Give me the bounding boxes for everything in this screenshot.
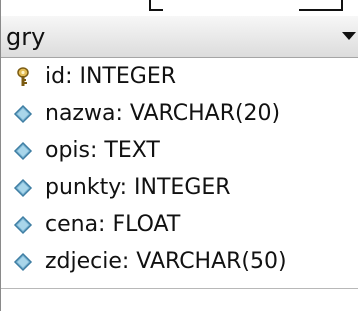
key-icon: [12, 66, 34, 88]
cropped-top-edge: [1, 0, 358, 16]
field-diamond-icon: [12, 177, 34, 199]
entity-header[interactable]: gry: [1, 16, 358, 58]
field-label: nazwa: VARCHAR(20): [45, 100, 281, 126]
field-diamond-icon: [12, 103, 34, 125]
field-row[interactable]: nazwa: VARCHAR(20): [1, 95, 358, 132]
field-label: punkty: INTEGER: [45, 174, 231, 200]
bottom-divider: [1, 288, 358, 289]
field-label: id: INTEGER: [45, 63, 177, 89]
field-row[interactable]: id: INTEGER: [1, 58, 358, 95]
chevron-down-icon[interactable]: [339, 26, 358, 46]
entity-box: gry id: INTEGER nazwa: VARCHAR(20) opis:…: [0, 0, 358, 311]
field-diamond-icon: [12, 140, 34, 162]
field-row[interactable]: punkty: INTEGER: [1, 169, 358, 206]
field-row[interactable]: opis: TEXT: [1, 132, 358, 169]
field-list: id: INTEGER nazwa: VARCHAR(20) opis: TEX…: [1, 58, 358, 280]
cropped-corner-right: [299, 0, 343, 11]
field-row[interactable]: cena: FLOAT: [1, 206, 358, 243]
field-diamond-icon: [12, 251, 34, 273]
cropped-corner-left: [149, 0, 163, 11]
field-row[interactable]: zdjecie: VARCHAR(50): [1, 243, 358, 280]
field-diamond-icon: [12, 214, 34, 236]
field-label: cena: FLOAT: [45, 211, 181, 237]
field-label: opis: TEXT: [45, 137, 160, 163]
field-label: zdjecie: VARCHAR(50): [45, 248, 287, 274]
entity-title: gry: [6, 23, 46, 51]
